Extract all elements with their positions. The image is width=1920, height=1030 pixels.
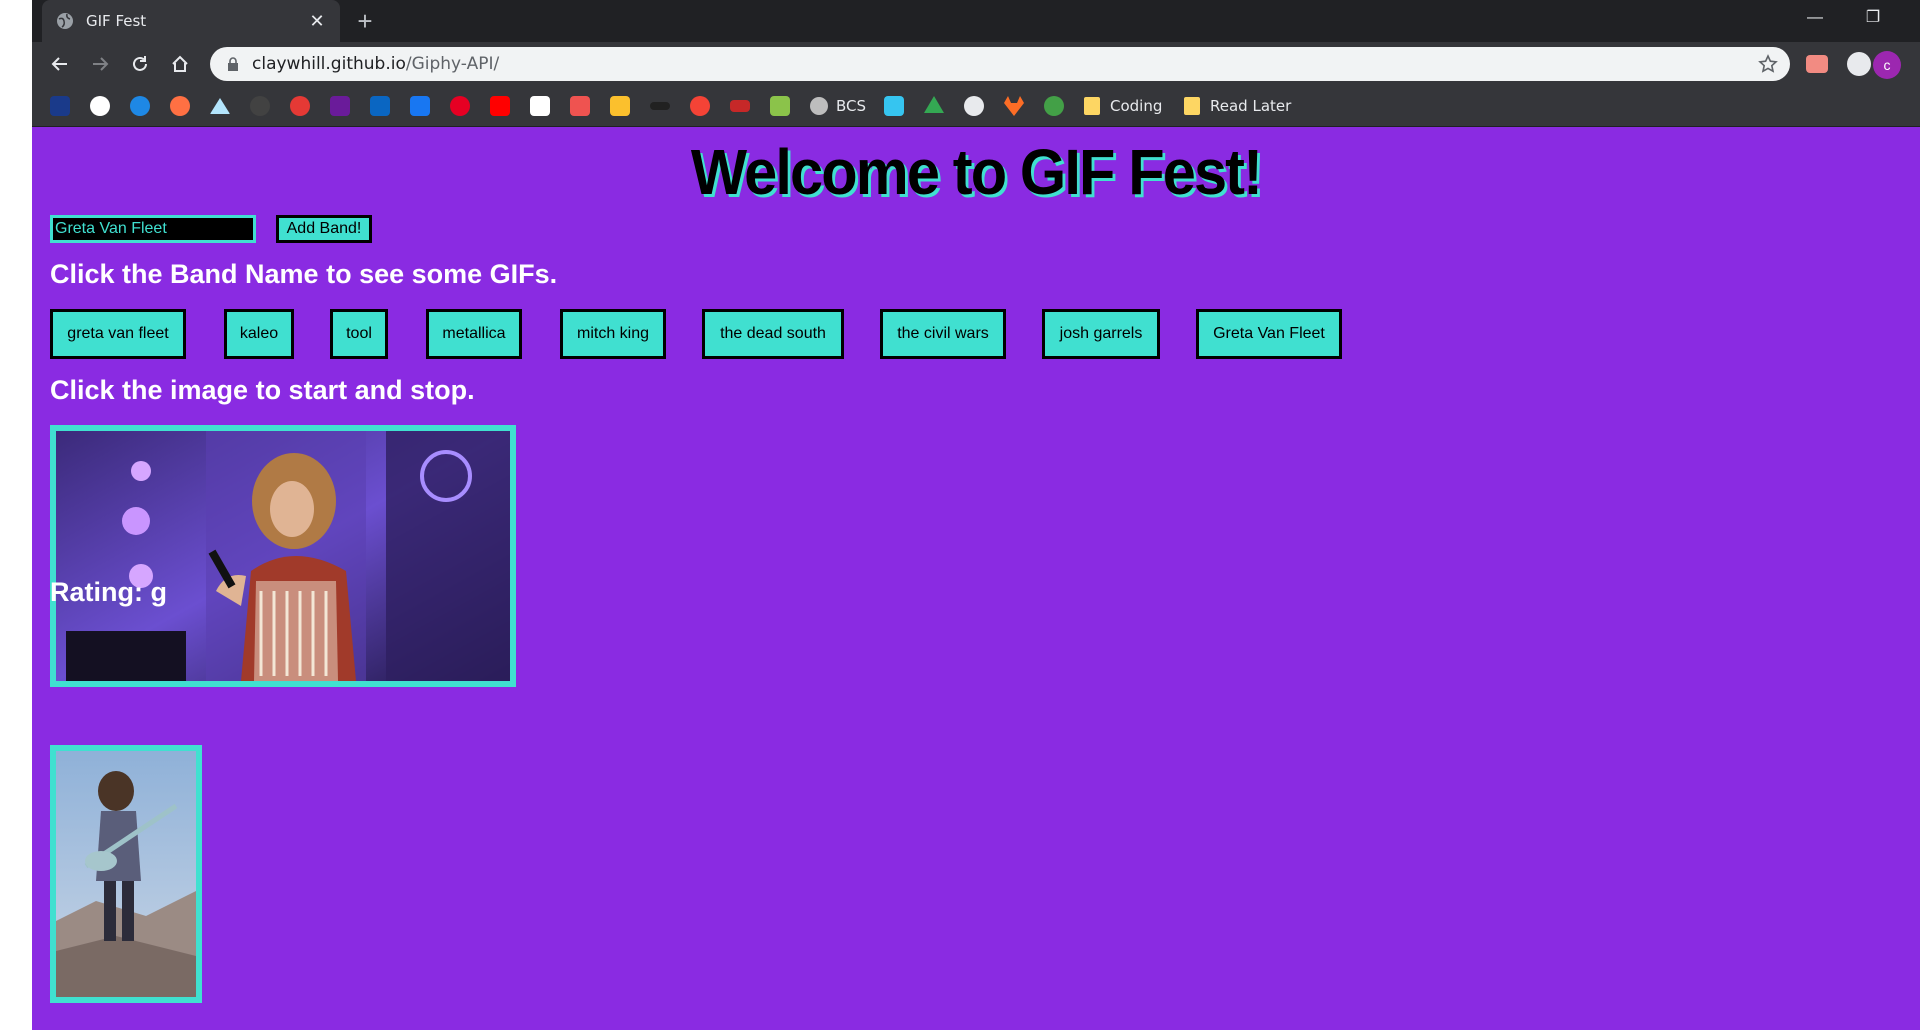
folder-icon (1184, 97, 1200, 115)
home-icon[interactable] (164, 48, 196, 80)
url-path: /Giphy-API/ (405, 54, 500, 74)
linkedin-bookmark-icon[interactable] (370, 96, 390, 116)
youtube-bookmark-icon[interactable] (490, 96, 510, 116)
bookmark-folder-coding[interactable]: Coding (1110, 96, 1162, 116)
globe-bookmark-icon[interactable] (810, 97, 828, 115)
globe-icon (57, 13, 73, 29)
slack-bookmark-icon[interactable] (884, 96, 904, 116)
blue-gear-bookmark-icon[interactable] (130, 96, 150, 116)
green-shield-bookmark-icon[interactable] (1044, 96, 1064, 116)
band-instructions: Click the Band Name to see some GIFs. (50, 259, 558, 289)
close-window-icon[interactable]: ✕ (1902, 0, 1920, 36)
band-gif-image[interactable] (50, 745, 202, 1003)
usa-bookmark-icon[interactable] (50, 96, 70, 116)
add-band-button[interactable]: Add Band! (276, 215, 372, 243)
band-button[interactable]: josh garrels (1042, 309, 1160, 359)
gitlab-bookmark-icon[interactable] (1004, 96, 1024, 116)
band-button[interactable]: mitch king (560, 309, 666, 359)
browser-window: GIF Fest ✕ + — ❐ ✕ claywhill.github.io/G… (32, 0, 1920, 1030)
band-button[interactable]: the civil wars (880, 309, 1006, 359)
bookmark-bcs[interactable]: BCS (836, 96, 866, 116)
lock-icon (228, 57, 238, 71)
page-title: Welcome to GIF Fest! (690, 136, 1263, 208)
bookmarks-bar: BCS Coding Read Later (32, 86, 1920, 127)
band-gif-image[interactable] (50, 425, 516, 687)
minimize-icon[interactable]: — (1792, 0, 1838, 36)
bolt-bookmark-icon[interactable] (690, 96, 710, 116)
red-flag-bookmark-icon[interactable] (570, 96, 590, 116)
reload-icon[interactable] (124, 48, 156, 80)
github-bookmark-icon[interactable] (964, 96, 984, 116)
back-icon[interactable] (44, 48, 76, 80)
band-button[interactable]: tool (330, 309, 388, 359)
yahoo-mail-bookmark-icon[interactable] (330, 96, 350, 116)
tab-gif-fest[interactable]: GIF Fest ✕ (42, 0, 340, 42)
page-content: Welcome to GIF Fest! Add Band! Click the… (32, 127, 1920, 1030)
pinterest-bookmark-icon[interactable] (450, 96, 470, 116)
tab-title: GIF Fest (86, 12, 147, 30)
tab-strip: GIF Fest ✕ + — ❐ ✕ (32, 0, 1920, 42)
orange-bookmark-icon[interactable] (170, 96, 190, 116)
red-circle-bookmark-icon[interactable] (290, 96, 310, 116)
band-button[interactable]: kaleo (224, 309, 294, 359)
green-bookmark-icon[interactable] (770, 96, 790, 116)
extension-icon[interactable] (1806, 55, 1828, 73)
restore-icon[interactable]: ❐ (1850, 0, 1896, 36)
singer-gif-picture (56, 431, 510, 681)
dark-bookmark-icon[interactable] (250, 96, 270, 116)
bookmark-folder-read-later[interactable]: Read Later (1210, 96, 1291, 116)
forward-icon[interactable] (84, 48, 116, 80)
url-host: claywhill.github.io (252, 54, 406, 74)
target-bookmark-icon[interactable] (90, 96, 110, 116)
band-button[interactable]: the dead south (702, 309, 844, 359)
band-button[interactable]: Greta Van Fleet (1196, 309, 1342, 359)
gif-rating: Rating: g (50, 577, 167, 607)
amazon-bookmark-icon[interactable] (530, 96, 550, 116)
briefcase-bookmark-icon[interactable] (610, 96, 630, 116)
profile-avatar[interactable]: c (1873, 51, 1901, 79)
new-tab-button[interactable]: + (350, 6, 380, 36)
imdb-bookmark-icon[interactable] (650, 102, 670, 110)
mountain-bookmark-icon[interactable] (210, 98, 230, 114)
address-bar[interactable]: claywhill.github.io/Giphy-API/ (210, 47, 1790, 81)
band-button[interactable]: metallica (426, 309, 522, 359)
url-text: claywhill.github.io/Giphy-API/ (252, 54, 499, 74)
drive-bookmark-icon[interactable] (924, 96, 944, 113)
close-tab-icon[interactable]: ✕ (306, 10, 328, 32)
browser-toolbar: claywhill.github.io/Giphy-API/ c (32, 42, 1920, 86)
red-script-bookmark-icon[interactable] (730, 100, 750, 112)
folder-icon (1084, 97, 1100, 115)
band-name-input[interactable] (50, 215, 256, 243)
extension-circle-icon[interactable] (1847, 52, 1871, 76)
band-button[interactable]: greta van fleet (50, 309, 186, 359)
image-instructions: Click the image to start and stop. (50, 375, 475, 405)
bookmark-star-icon[interactable] (1758, 54, 1778, 74)
guitarist-gif-picture (56, 751, 196, 997)
facebook-bookmark-icon[interactable] (410, 96, 430, 116)
